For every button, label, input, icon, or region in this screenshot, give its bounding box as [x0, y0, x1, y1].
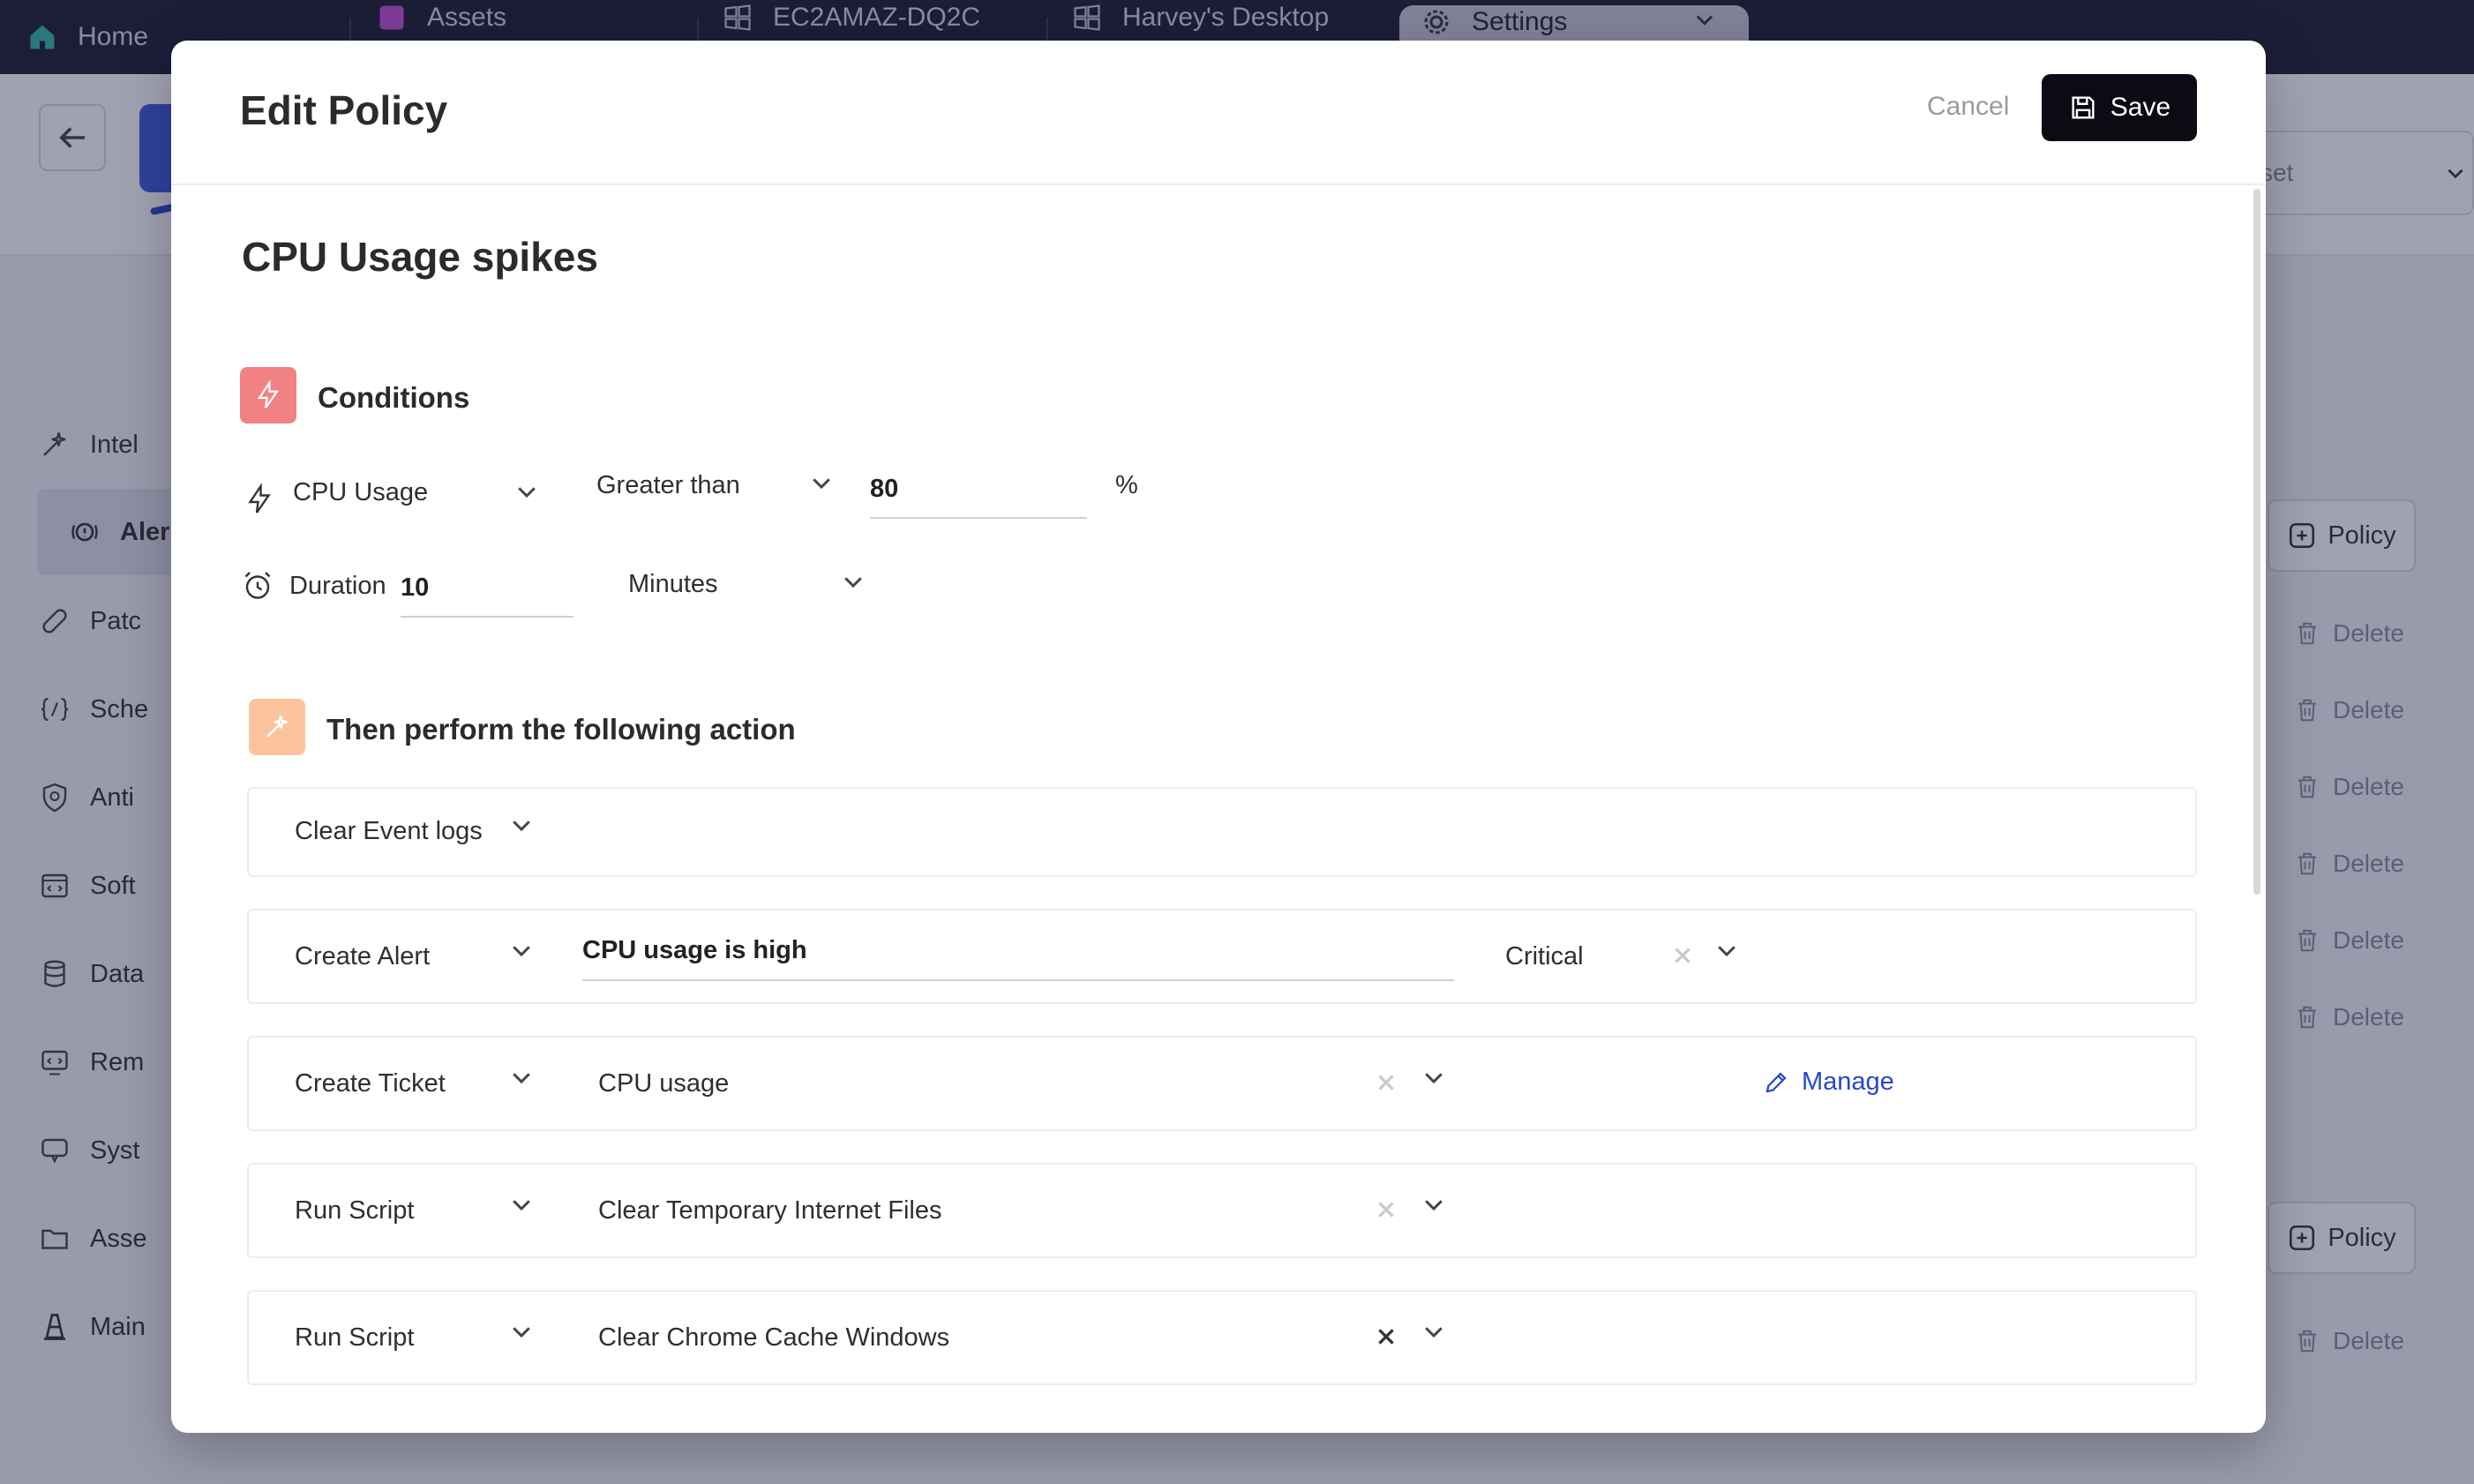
lightning-icon: [257, 380, 280, 408]
edit-policy-modal: Edit Policy Cancel Save CPU Usage spikes…: [171, 41, 2266, 1433]
action-row: Run Script Clear Chrome Cache Windows: [247, 1290, 2197, 1385]
script-select[interactable]: Clear Chrome Cache Windows: [598, 1323, 949, 1353]
ticket-select[interactable]: CPU usage: [598, 1069, 729, 1098]
close-icon[interactable]: [1671, 944, 1694, 967]
action-row: Create Ticket CPU usage Manage: [247, 1036, 2197, 1131]
action-type-select[interactable]: Create Ticket: [295, 1069, 446, 1098]
modal-scrollbar[interactable]: [2253, 189, 2260, 895]
alert-message-input[interactable]: [582, 930, 1454, 981]
modal-title: Edit Policy: [240, 87, 448, 133]
conditions-title: Conditions: [318, 381, 470, 414]
save-button-label: Save: [2110, 93, 2171, 122]
lightning-icon: [248, 483, 271, 513]
close-icon[interactable]: [1375, 1198, 1398, 1221]
chevron-down-icon[interactable]: [1713, 937, 1740, 963]
chevron-down-icon[interactable]: [840, 568, 866, 595]
magic-wand-icon: [266, 715, 288, 738]
severity-select[interactable]: Critical: [1505, 942, 1584, 971]
close-icon[interactable]: [1375, 1325, 1398, 1348]
threshold-input[interactable]: [870, 469, 1087, 519]
save-button[interactable]: Save: [2042, 74, 2197, 141]
duration-input[interactable]: [401, 568, 574, 618]
action-type-select[interactable]: Run Script: [295, 1196, 414, 1225]
chevron-down-icon[interactable]: [508, 1318, 535, 1345]
action-row: Clear Event logs: [247, 787, 2197, 877]
conditions-badge: [240, 367, 296, 423]
action-type-select[interactable]: Create Alert: [295, 942, 430, 971]
chevron-down-icon[interactable]: [514, 478, 540, 505]
chevron-down-icon[interactable]: [808, 469, 835, 496]
alarm-clock-icon: [244, 572, 271, 599]
chevron-down-icon[interactable]: [508, 1191, 535, 1218]
chevron-down-icon[interactable]: [1421, 1318, 1447, 1345]
chevron-down-icon[interactable]: [508, 937, 535, 963]
script-select[interactable]: Clear Temporary Internet Files: [598, 1196, 942, 1225]
policy-name: CPU Usage spikes: [242, 234, 598, 280]
modal-header: Edit Policy Cancel Save: [171, 41, 2266, 185]
actions-title: Then perform the following action: [326, 713, 796, 746]
chevron-down-icon[interactable]: [508, 1064, 535, 1091]
action-row: Create Alert Critical: [247, 909, 2197, 1004]
duration-label: Duration: [289, 572, 386, 600]
threshold-unit: %: [1115, 471, 1138, 499]
cancel-button[interactable]: Cancel: [1927, 92, 2009, 122]
floppy-disk-icon: [2072, 96, 2095, 119]
chevron-down-icon[interactable]: [1421, 1191, 1447, 1218]
manage-label: Manage: [1802, 1068, 1894, 1096]
metric-select[interactable]: CPU Usage: [293, 478, 428, 507]
action-row: Run Script Clear Temporary Internet File…: [247, 1163, 2197, 1258]
operator-select[interactable]: Greater than: [596, 471, 740, 500]
chevron-down-icon[interactable]: [508, 812, 535, 838]
actions-badge: [249, 699, 305, 755]
duration-unit-select[interactable]: Minutes: [628, 570, 718, 599]
manage-link[interactable]: Manage: [1763, 1068, 1894, 1097]
close-icon[interactable]: [1375, 1071, 1398, 1094]
action-type-select[interactable]: Clear Event logs: [295, 817, 483, 846]
pencil-icon: [1766, 1071, 1787, 1092]
chevron-down-icon[interactable]: [1421, 1064, 1447, 1091]
action-type-select[interactable]: Run Script: [295, 1323, 414, 1353]
